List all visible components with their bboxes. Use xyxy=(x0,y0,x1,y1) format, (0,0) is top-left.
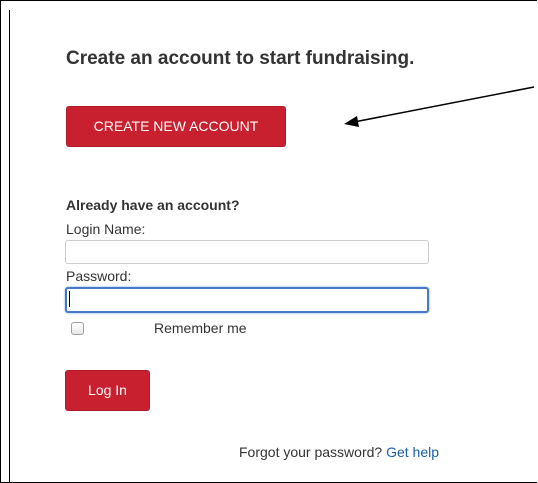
log-in-button[interactable]: Log In xyxy=(65,370,150,411)
forgot-password-row: Forgot your password? Get help xyxy=(239,444,439,460)
remember-me-label: Remember me xyxy=(154,320,247,336)
annotation-arrow-icon xyxy=(344,86,535,127)
get-help-link[interactable]: Get help xyxy=(386,444,439,460)
login-name-input[interactable] xyxy=(65,240,429,264)
signup-heading: Create an account to start fundraising. xyxy=(66,48,415,69)
password-label: Password: xyxy=(66,268,132,284)
divider-line xyxy=(9,10,10,483)
create-new-account-button[interactable]: CREATE NEW ACCOUNT xyxy=(66,106,286,147)
login-name-label: Login Name: xyxy=(66,221,146,237)
existing-account-prompt: Already have an account? xyxy=(66,197,240,213)
remember-me-checkbox[interactable] xyxy=(71,322,84,335)
password-input[interactable] xyxy=(65,287,429,313)
text-caret xyxy=(69,291,70,307)
forgot-password-text: Forgot your password? xyxy=(239,444,383,460)
